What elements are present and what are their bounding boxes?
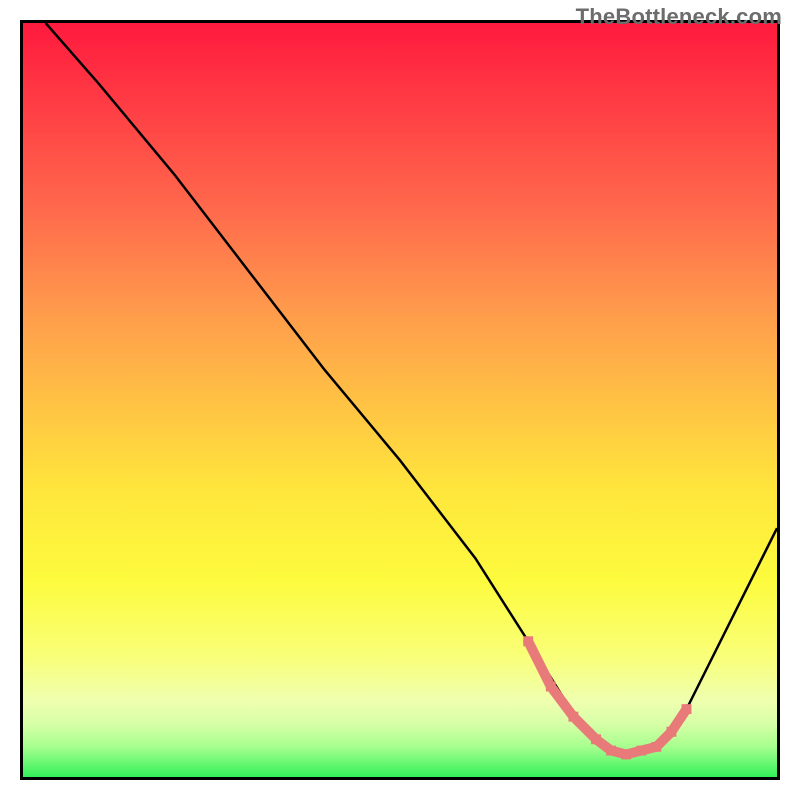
curve-svg	[23, 23, 777, 777]
highlight-path	[528, 641, 686, 754]
highlight-marker	[591, 734, 601, 744]
plot-area	[20, 20, 780, 780]
highlight-marker	[568, 712, 578, 722]
highlight-marker	[523, 636, 533, 646]
highlight-marker	[682, 704, 692, 714]
highlight-marker	[651, 742, 661, 752]
highlight-marker	[546, 682, 556, 692]
highlight-marker	[666, 727, 676, 737]
highlight-marker	[636, 746, 646, 756]
watermark-text: TheBottleneck.com	[576, 4, 782, 30]
main-curve-path	[46, 23, 777, 754]
highlight-marker	[606, 746, 616, 756]
highlight-segment	[523, 636, 691, 759]
highlight-marker	[621, 749, 631, 759]
chart-container: TheBottleneck.com	[0, 0, 800, 800]
